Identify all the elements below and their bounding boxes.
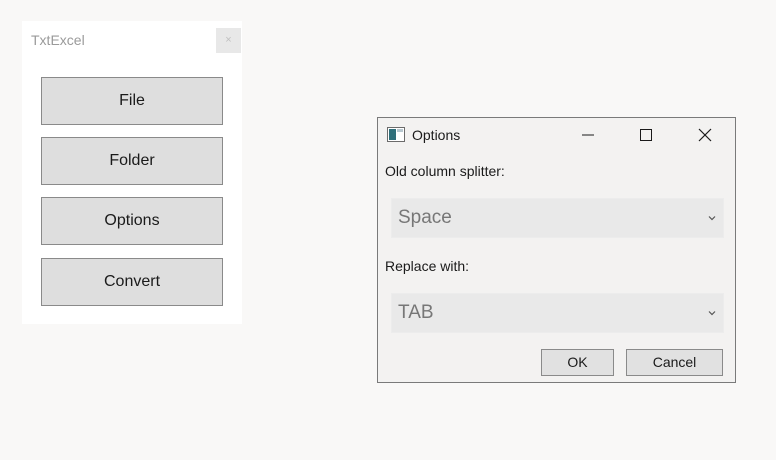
chevron-down-icon xyxy=(708,216,716,221)
chevron-down-icon xyxy=(708,311,716,316)
replace-with-label: Replace with: xyxy=(385,258,470,274)
old-splitter-value: Space xyxy=(398,207,452,228)
old-splitter-label: Old column splitter: xyxy=(385,163,505,179)
maximize-icon[interactable] xyxy=(635,124,657,146)
minimize-icon[interactable] xyxy=(577,124,599,146)
old-splitter-dropdown[interactable]: Space xyxy=(391,198,724,238)
window-title: TxtExcel xyxy=(31,32,85,48)
close-icon[interactable] xyxy=(694,124,716,146)
dialog-title: Options xyxy=(412,127,461,143)
app-window-icon xyxy=(387,127,405,142)
convert-button[interactable]: Convert xyxy=(41,258,223,306)
options-dialog: Options Old column splitter: Space Repla… xyxy=(377,117,736,383)
cancel-button[interactable]: Cancel xyxy=(626,349,723,376)
options-button[interactable]: Options xyxy=(41,197,223,245)
window-close-button[interactable]: × xyxy=(216,28,241,53)
ok-button[interactable]: OK xyxy=(541,349,614,376)
folder-button[interactable]: Folder xyxy=(41,137,223,185)
file-button[interactable]: File xyxy=(41,77,223,125)
txtexcel-window: TxtExcel × File Folder Options Convert xyxy=(22,21,242,324)
replace-with-value: TAB xyxy=(398,302,434,323)
replace-with-dropdown[interactable]: TAB xyxy=(391,293,724,333)
